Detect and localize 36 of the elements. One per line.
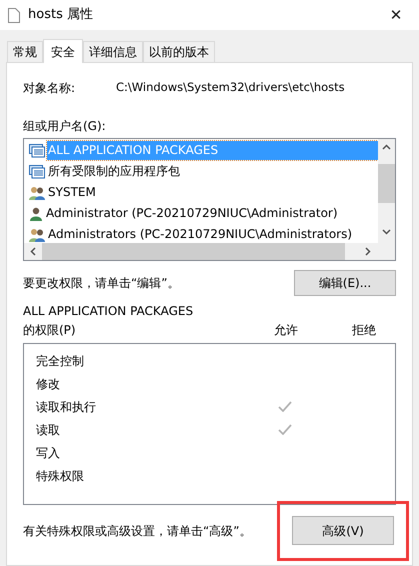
window-title: hosts 属性: [28, 6, 94, 24]
column-header: 允许: [274, 322, 298, 339]
vertical-scrollbar[interactable]: [378, 139, 395, 243]
hint-text: 有关特殊权限或高级设置，请单击“高级”。: [23, 523, 252, 540]
column-header: 拒绝: [352, 322, 376, 339]
tab[interactable]: 安全: [43, 39, 83, 63]
users-icon: [29, 228, 45, 242]
file-path: C:\Windows\System32\drivers\etc\hosts: [116, 79, 345, 96]
tab[interactable]: 详细信息: [83, 41, 143, 62]
permission-name: 特殊权限: [36, 468, 85, 484]
permission-name: 完全控制: [36, 352, 85, 370]
edit-button[interactable]: 编辑(E)...: [294, 270, 396, 296]
advanced-button[interactable]: 高级(V): [292, 516, 394, 545]
list-item[interactable]: Administrator (PC-20210729NIUC\Administrator): [45, 204, 338, 223]
computer-icon: [29, 144, 45, 158]
tab[interactable]: 常规: [7, 41, 43, 62]
list-label: 组或用户名(G):: [23, 118, 106, 135]
permissions-heading: ALL APPLICATION PACKAGES: [23, 303, 194, 320]
list-item[interactable]: SYSTEM: [47, 183, 96, 202]
field-label: 对象名称:: [23, 80, 76, 97]
computer-icon: [29, 164, 45, 178]
tab[interactable]: 以前的版本: [143, 41, 215, 62]
scroll-thumb[interactable]: [378, 164, 395, 203]
list-item[interactable]: 所有受限制的应用程序包: [47, 162, 180, 181]
user-list[interactable]: ALL APPLICATION PACKAGES 所有受限制的应用程序包 SYSTEM Administrator (PC-20210729NIUC\Administrator) Administrators (PC-20210729NIUC\Administrators): [23, 138, 396, 261]
document-icon: [8, 8, 20, 22]
users-icon: [29, 186, 45, 200]
permission-name: 修改: [36, 376, 61, 392]
permission-name: 写入: [36, 444, 61, 462]
list-item[interactable]: Administrators (PC-20210729NIUC\Administrators): [47, 225, 352, 244]
close-button[interactable]: ✕: [381, 0, 411, 30]
user-icon: [29, 206, 43, 220]
permission-name: 读取和执行: [36, 398, 97, 416]
permissions-heading: 的权限(P): [23, 322, 77, 339]
permission-name: 读取: [36, 422, 61, 438]
hint-text: 要更改权限，请单击“编辑”。: [23, 275, 180, 292]
